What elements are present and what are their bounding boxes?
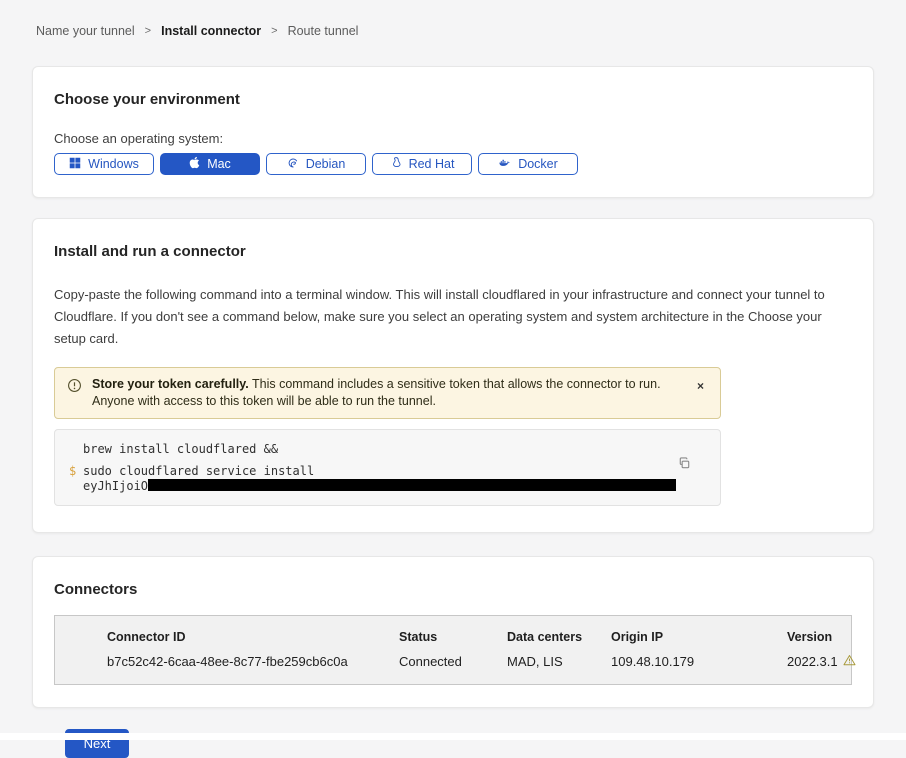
warning-triangle-icon [843, 654, 856, 669]
prompt-spacer [69, 442, 83, 457]
breadcrumb-name-your-tunnel[interactable]: Name your tunnel [36, 24, 135, 38]
environment-card: Choose your environment Choose an operat… [32, 66, 874, 198]
environment-card-title: Choose your environment [54, 91, 852, 108]
token-warning-bold: Store your token carefully. [92, 377, 249, 391]
os-button-windows[interactable]: Windows [54, 153, 154, 175]
table-row: b7c52c42-6caa-48ee-8c77-fbe259cb6c0a Con… [55, 654, 851, 669]
token-area: eyJhIjoiO [83, 479, 676, 493]
header-origin-ip: Origin IP [611, 630, 787, 644]
redacted-token-bar [148, 479, 676, 491]
prompt-spacer [69, 479, 83, 493]
docker-whale-icon [498, 157, 511, 172]
code-gap [69, 457, 706, 464]
os-button-label: Debian [306, 157, 346, 171]
os-button-redhat[interactable]: Red Hat [372, 153, 472, 175]
connectors-table: Connector ID Status Data centers Origin … [54, 615, 852, 685]
apple-icon [189, 156, 200, 172]
breadcrumb-route-tunnel[interactable]: Route tunnel [288, 24, 359, 38]
installer-card-title: Install and run a connector [54, 243, 852, 260]
os-button-label: Red Hat [409, 157, 455, 171]
bottom-strip [0, 733, 906, 740]
origin-ip-value: 109.48.10.179 [611, 654, 787, 669]
token-warning-text: Store your token carefully. This command… [92, 376, 681, 410]
main-content: Choose your environment Choose an operat… [32, 66, 874, 758]
installer-card: Install and run a connector Copy-paste t… [32, 218, 874, 533]
data-centers-value: MAD, LIS [507, 654, 611, 669]
shell-prompt: $ [69, 464, 83, 479]
version-value: 2022.3.1 [787, 654, 856, 669]
breadcrumb: Name your tunnel > Install connector > R… [0, 0, 906, 38]
info-circle-icon [67, 378, 82, 398]
os-button-label: Docker [518, 157, 558, 171]
debian-icon [287, 157, 299, 172]
os-button-label: Windows [88, 157, 139, 171]
os-select-label: Choose an operating system: [54, 131, 852, 146]
header-version: Version [787, 630, 851, 644]
connectors-table-header: Connector ID Status Data centers Origin … [55, 630, 851, 644]
header-data-centers: Data centers [507, 630, 611, 644]
installer-description: Copy-paste the following command into a … [54, 284, 852, 350]
token-warning-banner: Store your token carefully. This command… [54, 367, 721, 419]
windows-icon [69, 157, 81, 172]
close-icon[interactable]: × [691, 376, 710, 396]
code-line-2: $ sudo cloudflared service install [69, 464, 706, 479]
header-connector-id: Connector ID [107, 630, 399, 644]
connector-id-value: b7c52c42-6caa-48ee-8c77-fbe259cb6c0a [107, 654, 399, 669]
os-button-debian[interactable]: Debian [266, 153, 366, 175]
breadcrumb-separator: > [145, 25, 151, 37]
token-prefix: eyJhIjoiO [83, 479, 148, 493]
header-status: Status [399, 630, 507, 644]
os-button-mac[interactable]: Mac [160, 153, 260, 175]
os-button-group: Windows Mac Debian Red Hat [54, 153, 852, 175]
redhat-tux-icon [390, 156, 402, 172]
copy-icon[interactable] [675, 454, 694, 476]
code-line-1: brew install cloudflared && [69, 442, 706, 457]
os-button-docker[interactable]: Docker [478, 153, 578, 175]
connectors-card-title: Connectors [54, 581, 852, 598]
install-command-codeblock: brew install cloudflared && $ sudo cloud… [54, 429, 721, 506]
code-text: sudo cloudflared service install [83, 464, 314, 479]
os-button-label: Mac [207, 157, 231, 171]
status-badge: Connected [399, 654, 507, 669]
version-number: 2022.3.1 [787, 654, 838, 669]
code-text: brew install cloudflared && [83, 442, 278, 457]
breadcrumb-install-connector[interactable]: Install connector [161, 24, 261, 38]
code-line-token: eyJhIjoiO [69, 479, 706, 493]
breadcrumb-separator: > [271, 25, 277, 37]
connectors-card: Connectors Connector ID Status Data cent… [32, 556, 874, 708]
